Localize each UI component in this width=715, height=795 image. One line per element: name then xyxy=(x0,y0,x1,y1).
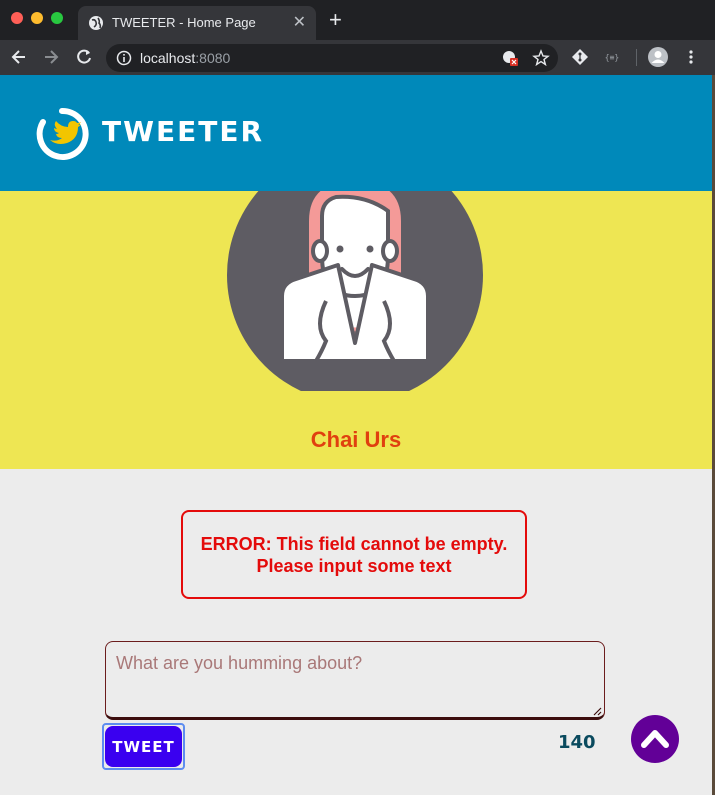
reload-icon[interactable] xyxy=(74,47,94,67)
window-close-button[interactable] xyxy=(11,12,23,24)
address-bar[interactable]: localhost:8080 xyxy=(106,44,558,72)
error-message: ERROR: This field cannot be empty. Pleas… xyxy=(200,533,508,576)
site-header: TWEETER xyxy=(0,75,712,191)
forward-arrow-icon[interactable] xyxy=(41,47,61,67)
resize-grip-icon[interactable] xyxy=(592,706,602,716)
profile-banner: Chai Urs xyxy=(0,191,712,469)
new-tab-button[interactable]: + xyxy=(329,8,342,32)
bookmark-star-icon[interactable] xyxy=(532,49,550,67)
svg-text:{≡}: {≡} xyxy=(605,53,619,62)
tab-close-button[interactable]: ✕ xyxy=(293,12,306,32)
twitter-bird-icon[interactable] xyxy=(35,107,89,161)
toolbar-divider xyxy=(636,49,637,66)
back-arrow-icon[interactable] xyxy=(9,47,29,67)
blocked-popup-icon[interactable] xyxy=(501,49,519,67)
browser-tab-bar: TWEETER - Home Page ✕ + xyxy=(0,0,715,40)
tab-title: TWEETER - Home Page xyxy=(112,15,256,30)
extension-git-icon[interactable] xyxy=(571,48,589,66)
profile-avatar-icon[interactable] xyxy=(647,46,669,68)
profile-name: Chai Urs xyxy=(310,427,402,452)
extension-redux-icon[interactable]: {≡} xyxy=(603,48,621,66)
window-minimize-button[interactable] xyxy=(31,12,43,24)
character-counter: 140 xyxy=(558,732,596,753)
window-maximize-button[interactable] xyxy=(51,12,63,24)
tweet-textarea[interactable] xyxy=(105,641,605,720)
browser-tab[interactable]: TWEETER - Home Page ✕ xyxy=(78,6,316,40)
user-avatar xyxy=(227,191,483,391)
error-message-box: ERROR: This field cannot be empty. Pleas… xyxy=(181,510,527,599)
scroll-to-top-button[interactable] xyxy=(631,715,679,763)
browser-toolbar: localhost:8080 {≡} xyxy=(0,40,715,75)
tweet-button[interactable]: TWEET xyxy=(105,726,182,767)
browser-menu-icon[interactable] xyxy=(682,48,700,66)
brand-title: TWEETER xyxy=(102,115,265,148)
globe-icon xyxy=(89,16,103,30)
url-text: localhost:8080 xyxy=(140,50,231,66)
info-icon[interactable] xyxy=(116,50,132,66)
chevron-up-icon xyxy=(641,730,669,748)
